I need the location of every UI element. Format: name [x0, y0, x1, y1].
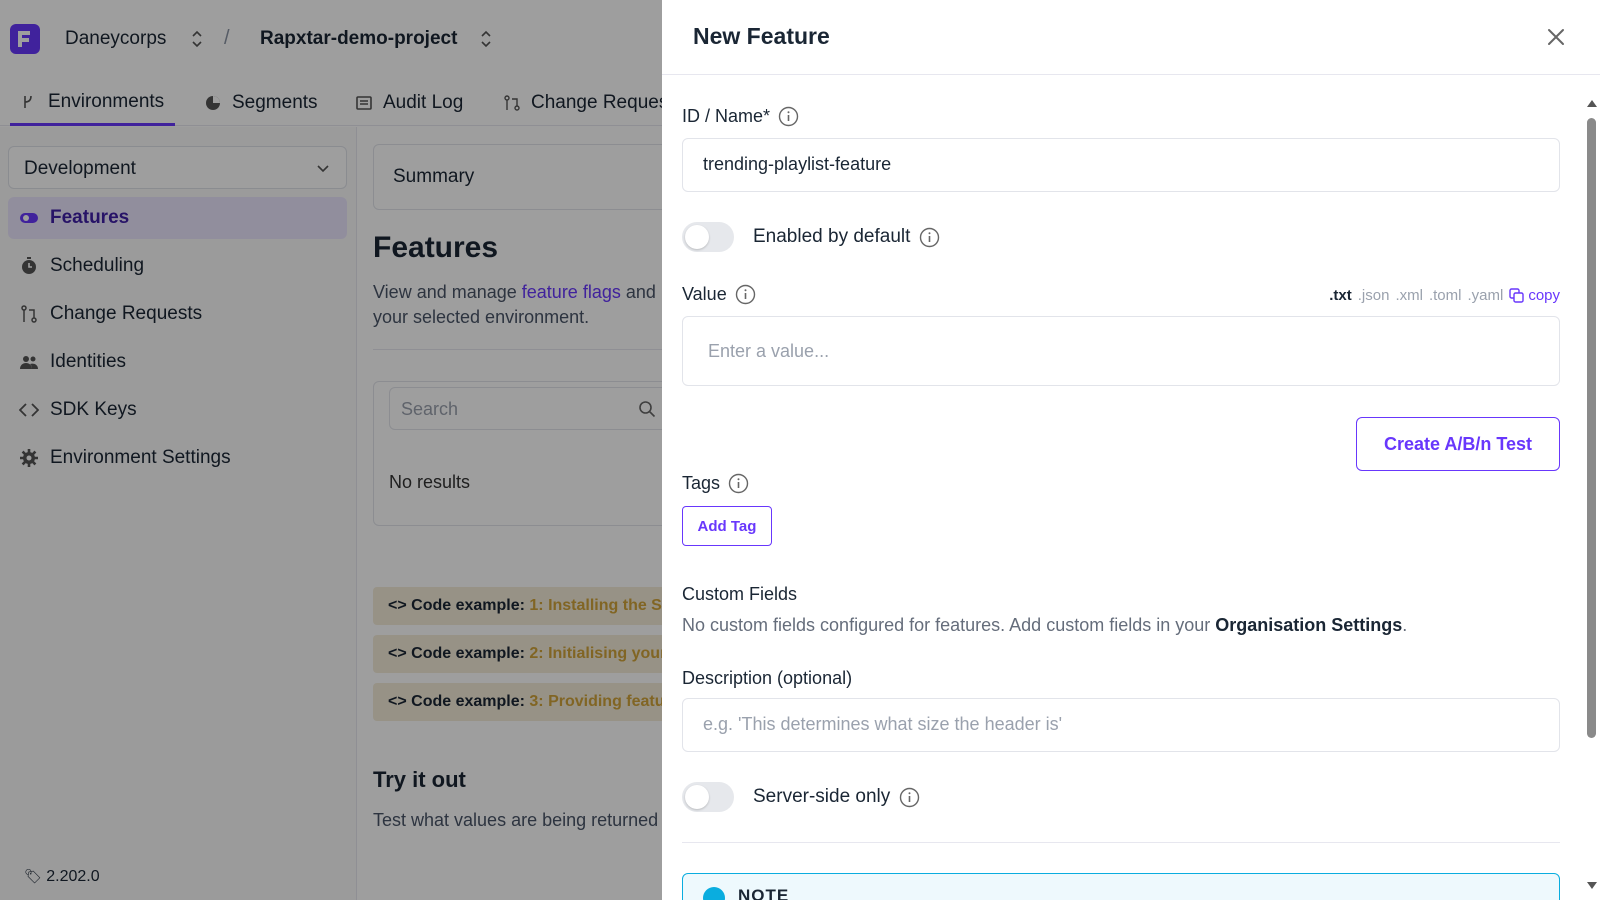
copy-label: copy	[1528, 287, 1560, 304]
tags-label-text: Tags	[682, 473, 721, 493]
server-side-only-toggle[interactable]	[682, 782, 734, 812]
scroll-thumb[interactable]	[1587, 118, 1596, 738]
custom-fields-text: No custom fields configured for features…	[682, 615, 1407, 636]
toggle-knob	[685, 225, 709, 249]
enabled-by-default-text: Enabled by default	[753, 226, 911, 247]
organisation-settings-link[interactable]: Organisation Settings	[1215, 615, 1402, 635]
info-icon[interactable]	[735, 284, 756, 305]
info-circle-icon	[703, 887, 725, 900]
format-txt[interactable]: .txt	[1329, 287, 1352, 304]
note-title: NOTE	[738, 886, 790, 900]
format-json[interactable]: .json	[1358, 287, 1390, 304]
custom-fields-end: .	[1402, 615, 1408, 635]
tags-label: Tags	[682, 473, 749, 494]
drawer-scrollbar[interactable]	[1584, 100, 1598, 900]
copy-icon	[1509, 288, 1525, 303]
scroll-up-arrow-icon[interactable]	[1587, 100, 1597, 107]
enabled-by-default-toggle[interactable]	[682, 222, 734, 252]
value-label: Value	[682, 284, 756, 305]
divider	[682, 842, 1560, 843]
id-name-label: ID / Name*	[682, 106, 799, 127]
feature-value-input[interactable]: Enter a value...	[682, 316, 1560, 386]
scroll-down-arrow-icon[interactable]	[1587, 882, 1597, 889]
drawer-header: New Feature	[662, 0, 1600, 75]
info-icon[interactable]	[899, 787, 920, 808]
description-input[interactable]: e.g. 'This determines what size the head…	[682, 698, 1560, 752]
drawer-title: New Feature	[693, 23, 830, 49]
value-label-text: Value	[682, 284, 727, 304]
feature-name-input[interactable]: trending-playlist-feature	[682, 138, 1560, 192]
info-icon[interactable]	[728, 473, 749, 494]
add-tag-button[interactable]: Add Tag	[682, 506, 772, 546]
info-icon[interactable]	[919, 227, 940, 248]
value-format-selector: .txt .json .xml .toml .yaml copy	[1329, 287, 1560, 304]
feature-name-value: trending-playlist-feature	[703, 154, 892, 174]
description-placeholder: e.g. 'This determines what size the head…	[703, 714, 1063, 734]
create-ab-test-button[interactable]: Create A/B/n Test	[1356, 417, 1560, 471]
custom-fields-title: Custom Fields	[682, 584, 798, 604]
new-feature-drawer: New Feature ID / Name* trending-playlist…	[662, 0, 1600, 900]
close-icon[interactable]	[1545, 26, 1567, 48]
server-side-only-text: Server-side only	[753, 786, 891, 807]
description-label-text: Description (optional)	[682, 668, 853, 688]
format-toml[interactable]: .toml	[1429, 287, 1462, 304]
format-xml[interactable]: .xml	[1395, 287, 1423, 304]
copy-button[interactable]: copy	[1509, 287, 1560, 304]
info-icon[interactable]	[778, 106, 799, 127]
id-name-label-text: ID / Name*	[682, 106, 771, 126]
format-yaml[interactable]: .yaml	[1467, 287, 1503, 304]
note-callout: NOTE	[682, 873, 1560, 900]
toggle-knob	[685, 785, 709, 809]
description-label: Description (optional)	[682, 668, 852, 689]
custom-fields-message: No custom fields configured for features…	[682, 615, 1216, 635]
value-placeholder: Enter a value...	[708, 341, 830, 361]
enabled-by-default-label: Enabled by default	[753, 226, 940, 248]
server-side-only-label: Server-side only	[753, 786, 920, 808]
